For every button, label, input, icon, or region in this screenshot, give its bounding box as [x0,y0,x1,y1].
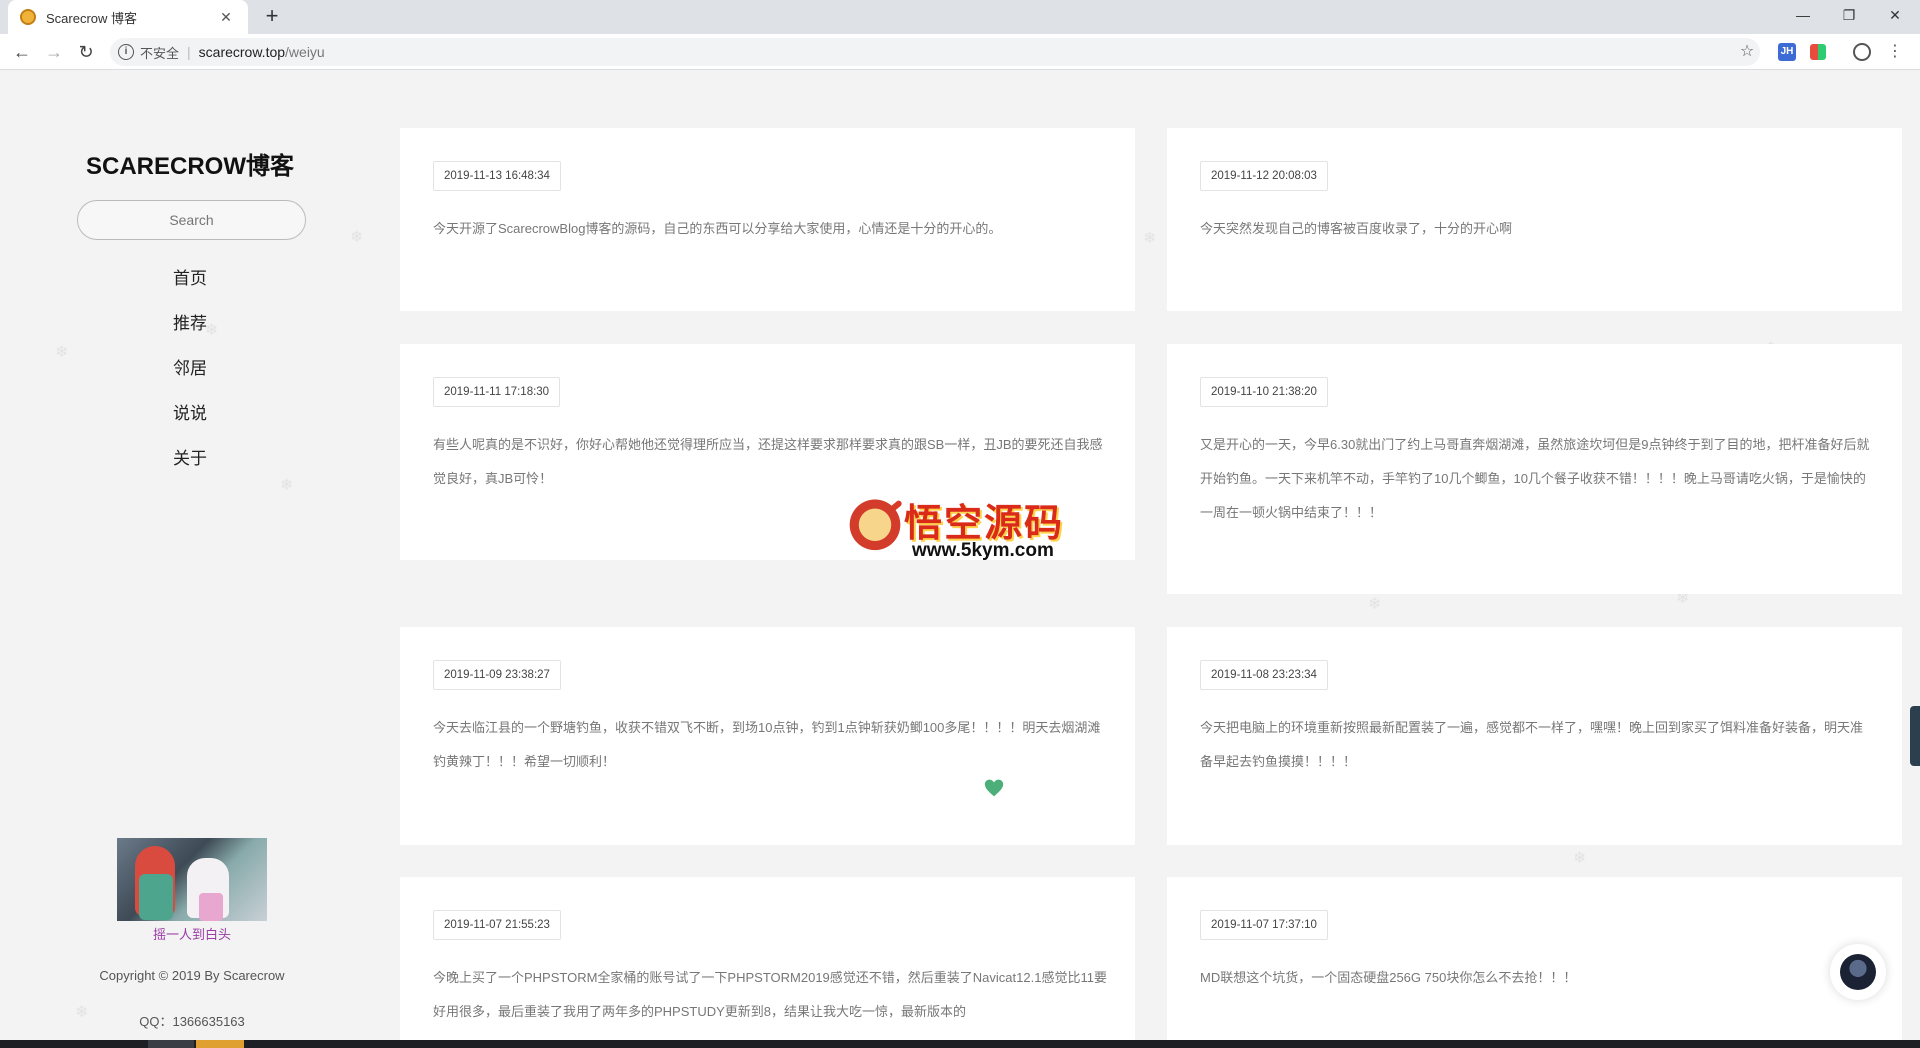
bookmark-star-icon[interactable]: ☆ [1736,41,1758,63]
info-icon[interactable]: i [118,44,134,60]
address-bar[interactable]: i 不安全 | scarecrow.top/weiyu [110,38,1760,66]
snowflake-icon: ❄ [1368,596,1382,613]
post-card: 2019-11-08 23:23:34 今天把电脑上的环境重新按照最新配置装了一… [1167,627,1902,845]
snowflake-icon: ❄ [350,229,364,246]
sidebar: SCARECROW博客 首页 推荐 邻居 说说 关于 摇一人到白头 Copyri… [60,70,320,1040]
image-caption: 摇一人到白头 [152,927,231,942]
page-content: ❄ ❄ ❄ ❄ ❄ ❄ ❄ ❄ ❄ ❄ ❄ ❄ ❄ ❄ ❄ ❄ SCARECRO… [0,70,1920,1040]
music-player-button[interactable] [1830,944,1886,1000]
separator: | [187,44,191,60]
post-date: 2019-11-07 17:37:10 [1200,910,1328,940]
post-date: 2019-11-12 20:08:03 [1200,161,1328,191]
post-card: 2019-11-12 20:08:03 今天突然发现自己的博客被百度收录了，十分… [1167,128,1902,311]
tab-title: Scarecrow 博客 [46,10,138,26]
menu-item-recommend[interactable]: 推荐 [60,301,320,346]
close-tab-icon[interactable]: ✕ [216,9,236,26]
side-widget-handle[interactable] [1910,706,1920,766]
post-text: 今天把电脑上的环境重新按照最新配置装了一遍，感觉都不一样了，嘿嘿！晚上回到家买了… [1200,720,1864,769]
post-card: 2019-11-10 21:38:20 又是开心的一天，今早6.30就出门了约上… [1167,344,1902,594]
blog-title[interactable]: SCARECROW博客 [60,146,320,181]
anime-image [117,838,267,921]
post-text: 有些人呢真的是不识好，你好心帮她他还觉得理所应当，还提这样要求那样要求真的跟SB… [433,437,1103,486]
post-card: 2019-11-09 23:38:27 今天去临江县的一个野塘钓鱼，收获不错双飞… [400,627,1135,845]
post-card: 2019-11-07 21:55:23 今晚上买了一个PHPSTORM全家桶的账… [400,877,1135,1040]
browser-tab-bar: Scarecrow 博客 ✕ + — ❐ ✕ [0,0,1920,34]
minimize-icon[interactable]: — [1780,0,1826,30]
extension-color-icon[interactable] [1810,44,1826,60]
heart-icon [984,779,1004,797]
menu-item-neighbors[interactable]: 邻居 [60,346,320,391]
post-date: 2019-11-10 21:38:20 [1200,377,1328,407]
site-favicon-icon [20,9,36,25]
post-date: 2019-11-13 16:48:34 [433,161,561,191]
taskbar-item[interactable] [196,1040,244,1048]
menu-item-talk[interactable]: 说说 [60,391,320,436]
menu-item-about[interactable]: 关于 [60,436,320,481]
post-card: 2019-11-07 17:37:10 MD联想这个坑货，一个固态硬盘256G … [1167,877,1902,1040]
browser-tab[interactable]: Scarecrow 博客 ✕ [8,0,248,34]
post-text: 今晚上买了一个PHPSTORM全家桶的账号试了一下PHPSTORM2019感觉还… [433,970,1107,1019]
extension-jh-icon[interactable]: JH [1778,43,1796,61]
menu-kebab-icon[interactable]: ⋮ [1884,41,1906,63]
post-card: 2019-11-13 16:48:34 今天开源了ScarecrowBlog博客… [400,128,1135,311]
watermark-url: www.5kym.com [912,540,1054,561]
close-window-icon[interactable]: ✕ [1872,0,1918,30]
post-date: 2019-11-07 21:55:23 [433,910,561,940]
search-input[interactable] [77,200,306,240]
post-text: MD联想这个坑货，一个固态硬盘256G 750块你怎么不去抢！！！ [1200,970,1577,985]
post-text: 又是开心的一天，今早6.30就出门了约上马哥直奔烟湖滩，虽然旅途坎坷但是9点钟终… [1200,437,1870,520]
taskbar-item[interactable] [148,1040,194,1048]
post-text: 今天去临江县的一个野塘钓鱼，收获不错双飞不断，到场10点钟，钓到1点钟斩获奶鲫1… [433,720,1101,769]
back-icon[interactable]: ← [10,40,34,64]
profile-icon[interactable] [1853,43,1871,61]
main-menu: 首页 推荐 邻居 说说 关于 [60,256,320,481]
post-text: 今天开源了ScarecrowBlog博客的源码，自己的东西可以分享给大家使用，心… [433,221,1002,236]
insecure-label: 不安全 [140,45,180,61]
os-taskbar [0,1040,1920,1048]
browser-toolbar: ← → ↻ i 不安全 | scarecrow.top/weiyu ☆ JH ⋮ [0,34,1920,70]
forward-icon[interactable]: → [42,40,66,64]
watermark-logo: 悟空源码 www.5kym.com [846,488,1096,568]
qq-contact: QQ：1366635163 [139,1014,245,1029]
post-date: 2019-11-09 23:38:27 [433,660,561,690]
url-path: /weiyu [285,44,325,60]
monkey-king-icon [846,496,904,560]
url-host: scarecrow.top [198,44,286,60]
reload-icon[interactable]: ↻ [74,40,98,64]
post-date: 2019-11-08 23:23:34 [1200,660,1328,690]
new-tab-button[interactable]: + [260,5,284,29]
snowflake-icon: ❄ [1143,230,1157,247]
figure-body [139,874,173,920]
snowflake-icon: ❄ [1573,850,1587,867]
menu-item-home[interactable]: 首页 [60,256,320,301]
copyright: Copyright © 2019 By Scarecrow [99,968,285,983]
music-disc-icon [1840,954,1876,990]
post-text: 今天突然发现自己的博客被百度收录了，十分的开心啊 [1200,221,1513,236]
restore-icon[interactable]: ❐ [1826,0,1872,30]
figure-body [199,893,223,921]
post-date: 2019-11-11 17:18:30 [433,377,561,407]
watermark-title: 悟空源码 [904,500,1065,545]
